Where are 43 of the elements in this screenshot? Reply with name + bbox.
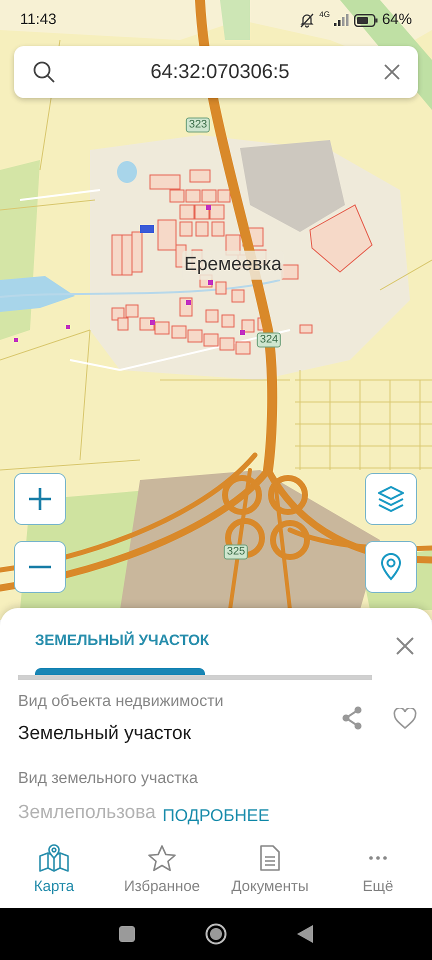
- map-pin-icon: [38, 844, 70, 872]
- nav-tab[interactable]: Карта: [0, 838, 108, 908]
- location-pin-icon: [380, 553, 402, 581]
- road-number-label: 323: [186, 118, 210, 132]
- network-type: 4G: [319, 10, 330, 19]
- minus-icon: [28, 565, 52, 569]
- share-button[interactable]: [341, 706, 363, 730]
- search-field[interactable]: 64:32:070306:5: [14, 46, 418, 98]
- layers-icon: [377, 485, 405, 513]
- road-number-label: 325: [224, 544, 248, 560]
- document-icon: [259, 844, 281, 872]
- location-button[interactable]: [365, 541, 417, 593]
- more-link[interactable]: ПОДРОБНЕЕ: [162, 803, 270, 828]
- close-icon: [384, 64, 400, 80]
- home-icon[interactable]: [205, 923, 227, 945]
- search-icon: [32, 60, 56, 84]
- back-icon[interactable]: [297, 925, 313, 943]
- share-icon: [341, 706, 363, 730]
- signal-icon: [334, 14, 350, 26]
- field-label: Вид объекта недвижимости: [18, 692, 224, 712]
- battery-icon: [354, 14, 378, 26]
- zoom-in-button[interactable]: [14, 473, 66, 525]
- zoom-out-button[interactable]: [14, 541, 66, 593]
- muted-bell-icon: [299, 12, 316, 28]
- battery-percent: 64%: [382, 10, 412, 30]
- field-value: Земельный участок: [18, 722, 191, 746]
- star-icon: [147, 844, 177, 872]
- status-time: 11:43: [20, 10, 56, 30]
- field-label: Вид земельного участка: [18, 769, 198, 789]
- close-icon: [396, 636, 414, 655]
- recents-icon[interactable]: [119, 926, 135, 942]
- heart-icon: [393, 708, 417, 730]
- field-value: Землепользова: [18, 801, 156, 825]
- more-icon: [368, 856, 388, 860]
- nav-tab[interactable]: Избранное: [108, 838, 216, 908]
- tab[interactable]: ЗЕМЕЛЬНЫЙ УЧАСТОК: [35, 630, 210, 652]
- nav-tab[interactable]: Ещё: [324, 838, 432, 908]
- plus-icon: [28, 487, 52, 511]
- nav-tab[interactable]: Документы: [216, 838, 324, 908]
- favorite-button[interactable]: [393, 707, 417, 731]
- place-label: Еремеевка: [182, 250, 284, 280]
- road-number-label: 324: [256, 332, 282, 348]
- layers-button[interactable]: [365, 473, 417, 525]
